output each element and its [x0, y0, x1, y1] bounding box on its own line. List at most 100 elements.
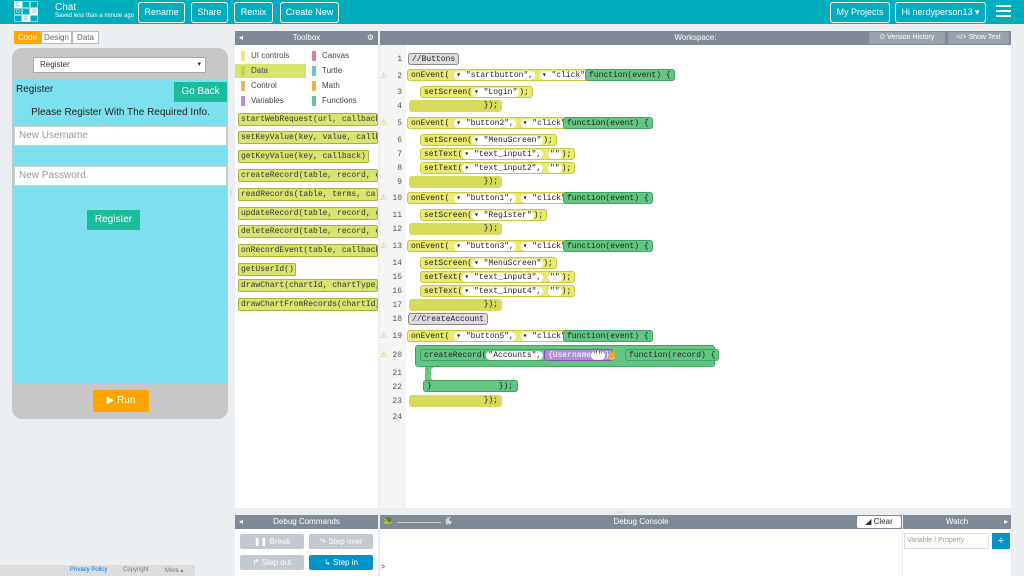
block-delete-record[interactable]: deleteRecord(table, record, callback): [238, 225, 378, 238]
block-draw-chart-from-records[interactable]: drawChartFromRecords(chartId, ...): [238, 298, 378, 311]
block-set-key-value[interactable]: setKeyValue(key, value, callback): [238, 131, 378, 144]
create-new-button[interactable]: Create New: [280, 2, 339, 23]
privacy-policy-link[interactable]: Privacy Policy: [70, 567, 107, 573]
eraser-icon: ◢: [865, 517, 874, 526]
tab-design[interactable]: Design: [41, 31, 72, 44]
line-number: 8: [397, 164, 402, 173]
screen-selector[interactable]: Register ▾: [33, 57, 206, 73]
function-event-block[interactable]: function(event) {: [585, 69, 675, 81]
function-event-block[interactable]: function(event) {: [563, 240, 653, 252]
comment-block[interactable]: //CreateAccount: [408, 313, 489, 325]
block-draw-chart[interactable]: drawChart(chartId, chartType, ...): [238, 279, 378, 292]
block-get-key-value[interactable]: getKeyValue(key, callback): [238, 150, 369, 163]
warning-icon[interactable]: ⚠: [380, 193, 387, 202]
register-button[interactable]: Register: [87, 210, 140, 230]
on-event-block[interactable]: onEvent( ▾ "startbutton", ▾ "click",: [407, 69, 596, 81]
toolbox-categories: UI controls Canvas Data Turtle Control M…: [235, 45, 378, 111]
line-number: 17: [392, 301, 402, 310]
chevron-down-icon: ▾: [197, 61, 201, 68]
block-start-web-request[interactable]: startWebRequest(url, callback): [238, 113, 378, 126]
category-data[interactable]: Data: [235, 64, 306, 78]
register-message: Please Register With The Required Info.: [31, 107, 210, 118]
collapse-icon[interactable]: ◂: [239, 31, 243, 45]
object-literal-block[interactable]: {Username ""}: [544, 349, 614, 361]
empty-statement-slot[interactable]: [431, 367, 449, 381]
on-event-block[interactable]: onEvent( ▾ "button5", ▾ "click",: [407, 330, 577, 342]
warning-icon[interactable]: ⚠: [380, 118, 387, 127]
set-text-block[interactable]: setText(▾ "text_input3", "");: [420, 271, 576, 283]
step-out-icon: ↱: [252, 558, 262, 567]
share-button[interactable]: Share: [191, 2, 228, 23]
category-ui-controls[interactable]: UI controls: [235, 49, 306, 63]
speed-slider[interactable]: 🐢 🐇: [383, 516, 453, 527]
block-create-record[interactable]: createRecord(table, record, callback): [238, 169, 378, 182]
go-back-button[interactable]: Go Back: [174, 82, 227, 102]
function-event-block[interactable]: function(event) {: [563, 330, 653, 342]
category-control[interactable]: Control: [235, 79, 306, 93]
collapse-icon[interactable]: ◂: [239, 515, 243, 529]
line-number: 6: [397, 136, 402, 145]
block-update-record[interactable]: updateRecord(table, record, callback): [238, 207, 378, 220]
warning-icon[interactable]: ⚠: [380, 331, 387, 340]
set-text-block[interactable]: setText(▾ "text_input4", "");: [420, 285, 576, 297]
new-username-input[interactable]: New Username: [14, 126, 227, 146]
code-org-logo[interactable]: C O D E: [14, 1, 38, 23]
tab-code[interactable]: Code: [14, 31, 41, 44]
warning-icon[interactable]: ⚠: [380, 350, 387, 359]
toolbox-header: Toolbox ◂ ⚙: [235, 31, 378, 45]
function-record-block[interactable]: function(record) {: [625, 349, 720, 361]
line-number: 11: [392, 211, 402, 220]
function-event-block[interactable]: function(event) {: [563, 192, 653, 204]
category-math[interactable]: Math: [306, 79, 378, 93]
category-turtle[interactable]: Turtle: [306, 64, 378, 78]
break-button[interactable]: ❚❚ Break: [240, 534, 304, 549]
debug-console-output[interactable]: [380, 529, 902, 576]
user-menu-button[interactable]: Hi nerdyperson13 ▾: [895, 2, 986, 23]
category-functions[interactable]: Functions: [306, 94, 378, 108]
gear-icon[interactable]: ⚙: [367, 31, 374, 45]
line-number: 23: [392, 397, 402, 406]
block-on-record-event[interactable]: onRecordEvent(table, callback): [238, 244, 378, 257]
rename-button[interactable]: Rename: [138, 2, 185, 23]
my-projects-button[interactable]: My Projects: [830, 2, 890, 23]
step-in-button[interactable]: ↳ Step in: [309, 555, 373, 570]
category-variables[interactable]: Variables: [235, 94, 306, 108]
line-number: 9: [397, 178, 402, 187]
set-screen-block[interactable]: setScreen(▾ "MenuScreen");: [420, 134, 557, 146]
hamburger-menu-icon[interactable]: [996, 5, 1011, 18]
create-record-block[interactable]: createRecord("Accounts",: [420, 349, 548, 361]
toolbox-block-list: startWebRequest(url, callback) setKeyVal…: [235, 111, 378, 508]
category-canvas[interactable]: Canvas: [306, 49, 378, 63]
add-watch-button[interactable]: +: [992, 533, 1010, 549]
remix-button[interactable]: Remix: [234, 2, 273, 23]
function-event-block[interactable]: function(event) {: [563, 117, 653, 129]
set-screen-block[interactable]: setScreen(▾ "MenuScreen");: [420, 257, 557, 269]
clear-button[interactable]: ◢ Clear: [857, 516, 901, 528]
warning-icon[interactable]: ⚠: [380, 241, 387, 250]
set-text-block[interactable]: setText(▾ "text_input1", "");: [420, 148, 576, 160]
on-event-block[interactable]: onEvent( ▾ "button1", ▾ "click",: [407, 192, 577, 204]
copyright-link[interactable]: Copyright: [123, 567, 149, 573]
collapse-right-icon[interactable]: ▸: [1004, 515, 1008, 529]
more-link[interactable]: More ▴: [165, 567, 183, 574]
resize-handle-icon[interactable]: ⋮: [228, 190, 234, 202]
set-text-block[interactable]: setText(▾ "text_input2", "");: [420, 162, 576, 174]
tab-data[interactable]: Data: [72, 31, 99, 44]
set-screen-block[interactable]: setScreen(▾ "Login");: [420, 86, 533, 98]
block-get-user-id[interactable]: getUserId(): [238, 263, 296, 276]
run-button[interactable]: ▶ Run: [93, 390, 149, 412]
set-screen-block[interactable]: setScreen(▾ "Register");: [420, 209, 548, 221]
new-password-input[interactable]: New Password: [14, 166, 227, 186]
warning-icon[interactable]: ⚠: [380, 71, 387, 80]
step-over-button[interactable]: ↷ Step over: [309, 534, 373, 549]
block-read-records[interactable]: readRecords(table, terms, callback): [238, 188, 378, 201]
workspace-title: Workspace:: [674, 33, 717, 42]
watch-input[interactable]: Variable / Property: [904, 533, 989, 549]
on-event-block[interactable]: onEvent( ▾ "button2", ▾ "click",: [407, 117, 577, 129]
on-event-block[interactable]: onEvent( ▾ "button3", ▾ "click",: [407, 240, 577, 252]
step-out-button[interactable]: ↱ Step out: [240, 555, 304, 570]
version-history-button[interactable]: ⏲ Version History: [869, 32, 945, 44]
block-close: });: [409, 395, 502, 407]
comment-block[interactable]: //Buttons: [408, 53, 460, 65]
show-text-button[interactable]: </> Show Text: [948, 32, 1009, 44]
